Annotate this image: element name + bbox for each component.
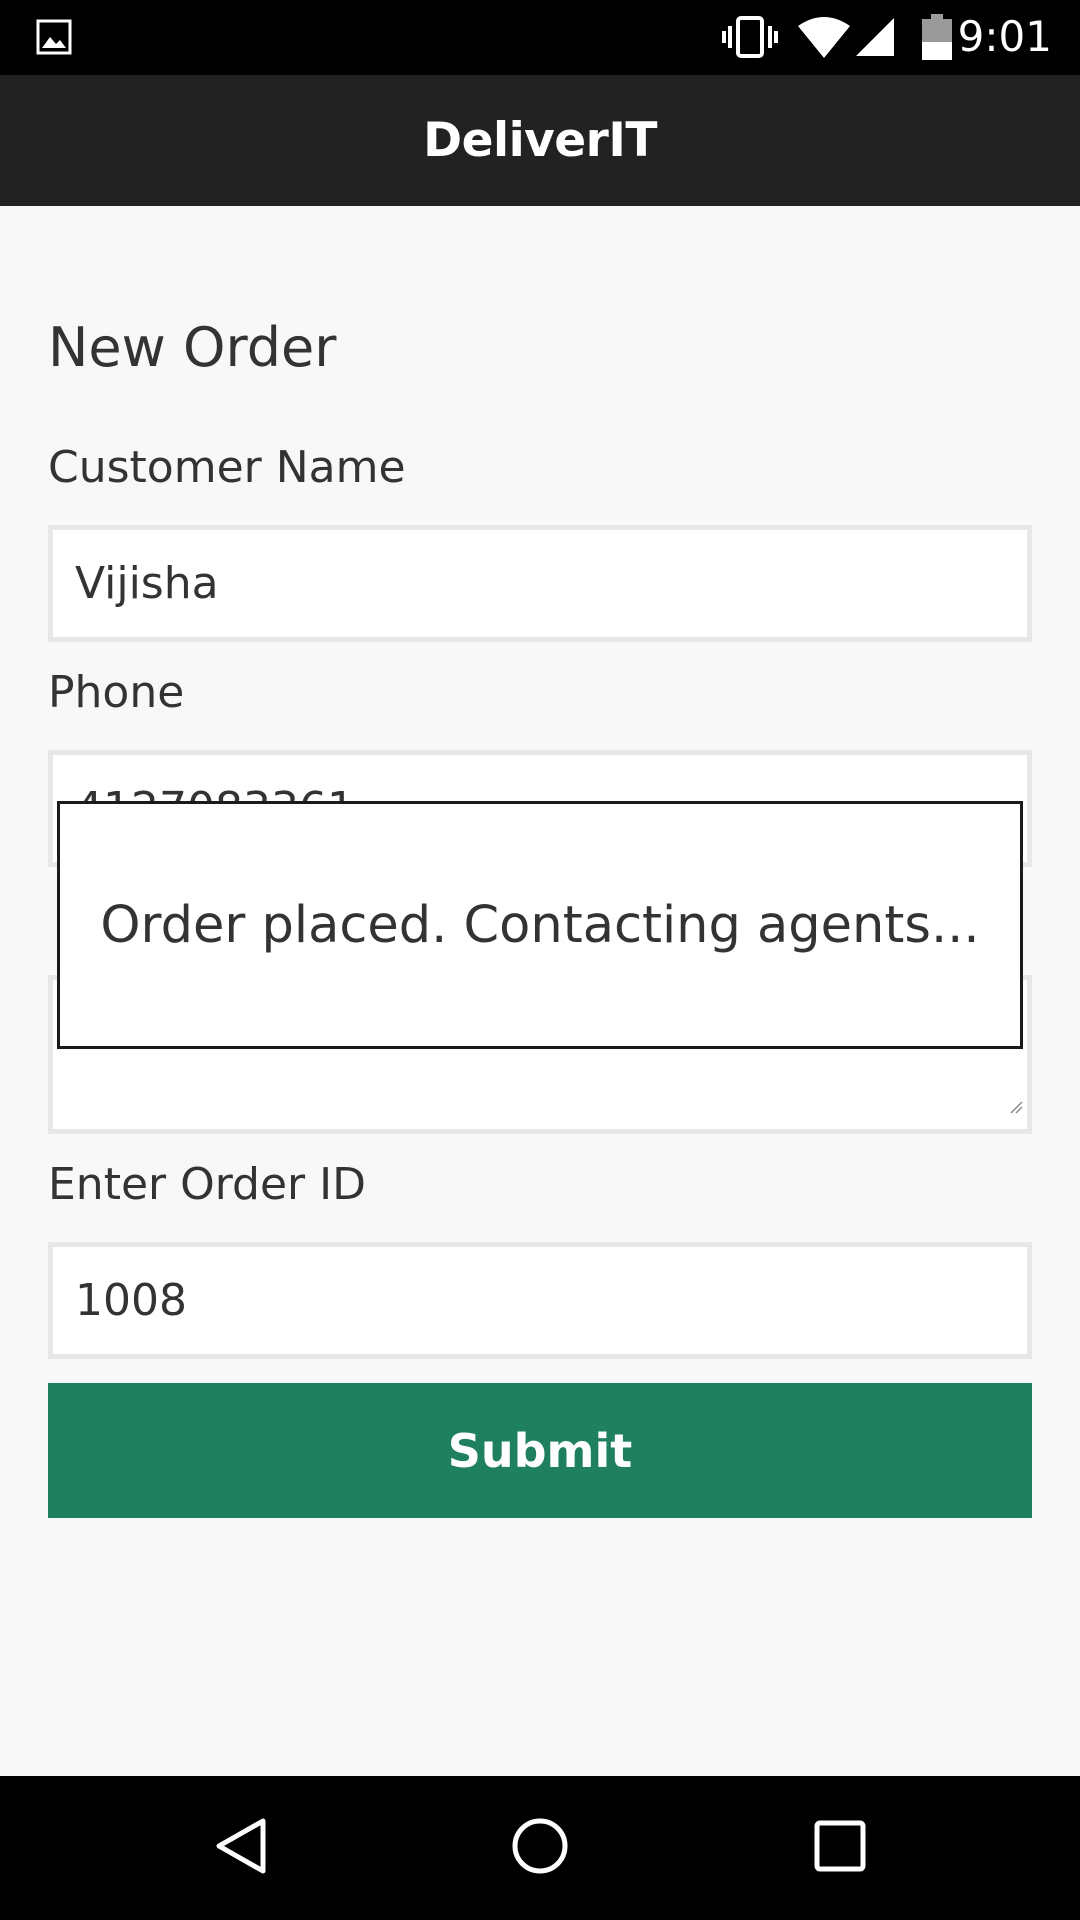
vibrate-icon <box>722 14 778 64</box>
toast-text: Order placed. Contacting agents... <box>100 895 980 955</box>
home-icon <box>510 1816 570 1880</box>
order-id-input[interactable]: 1008 <box>48 1242 1032 1359</box>
toast-message: Order placed. Contacting agents... <box>57 801 1023 1049</box>
status-time: 9:01 <box>957 12 1052 61</box>
app-bar: DeliverIT <box>0 75 1080 206</box>
signal-icon <box>854 16 896 62</box>
navigation-bar <box>0 1776 1080 1920</box>
battery-icon <box>922 14 952 64</box>
home-button[interactable] <box>460 1776 620 1920</box>
recents-icon <box>813 1819 867 1877</box>
app-title: DeliverIT <box>423 113 657 168</box>
submit-button[interactable]: Submit <box>48 1383 1032 1518</box>
page-title: New Order <box>48 316 337 379</box>
recents-button[interactable] <box>760 1776 920 1920</box>
customer-name-input[interactable]: Vijisha <box>48 525 1032 642</box>
back-icon <box>213 1816 269 1880</box>
status-bar: 9:01 <box>0 0 1080 75</box>
customer-name-value: Vijisha <box>75 558 219 609</box>
order-id-value: 1008 <box>75 1275 187 1326</box>
gallery-icon <box>36 19 72 59</box>
wifi-icon <box>796 16 852 64</box>
resize-grip-icon[interactable] <box>1009 1074 1023 1125</box>
phone-label: Phone <box>48 667 185 718</box>
customer-name-label: Customer Name <box>48 442 406 493</box>
back-button[interactable] <box>161 1776 321 1920</box>
order-id-label: Enter Order ID <box>48 1159 366 1210</box>
